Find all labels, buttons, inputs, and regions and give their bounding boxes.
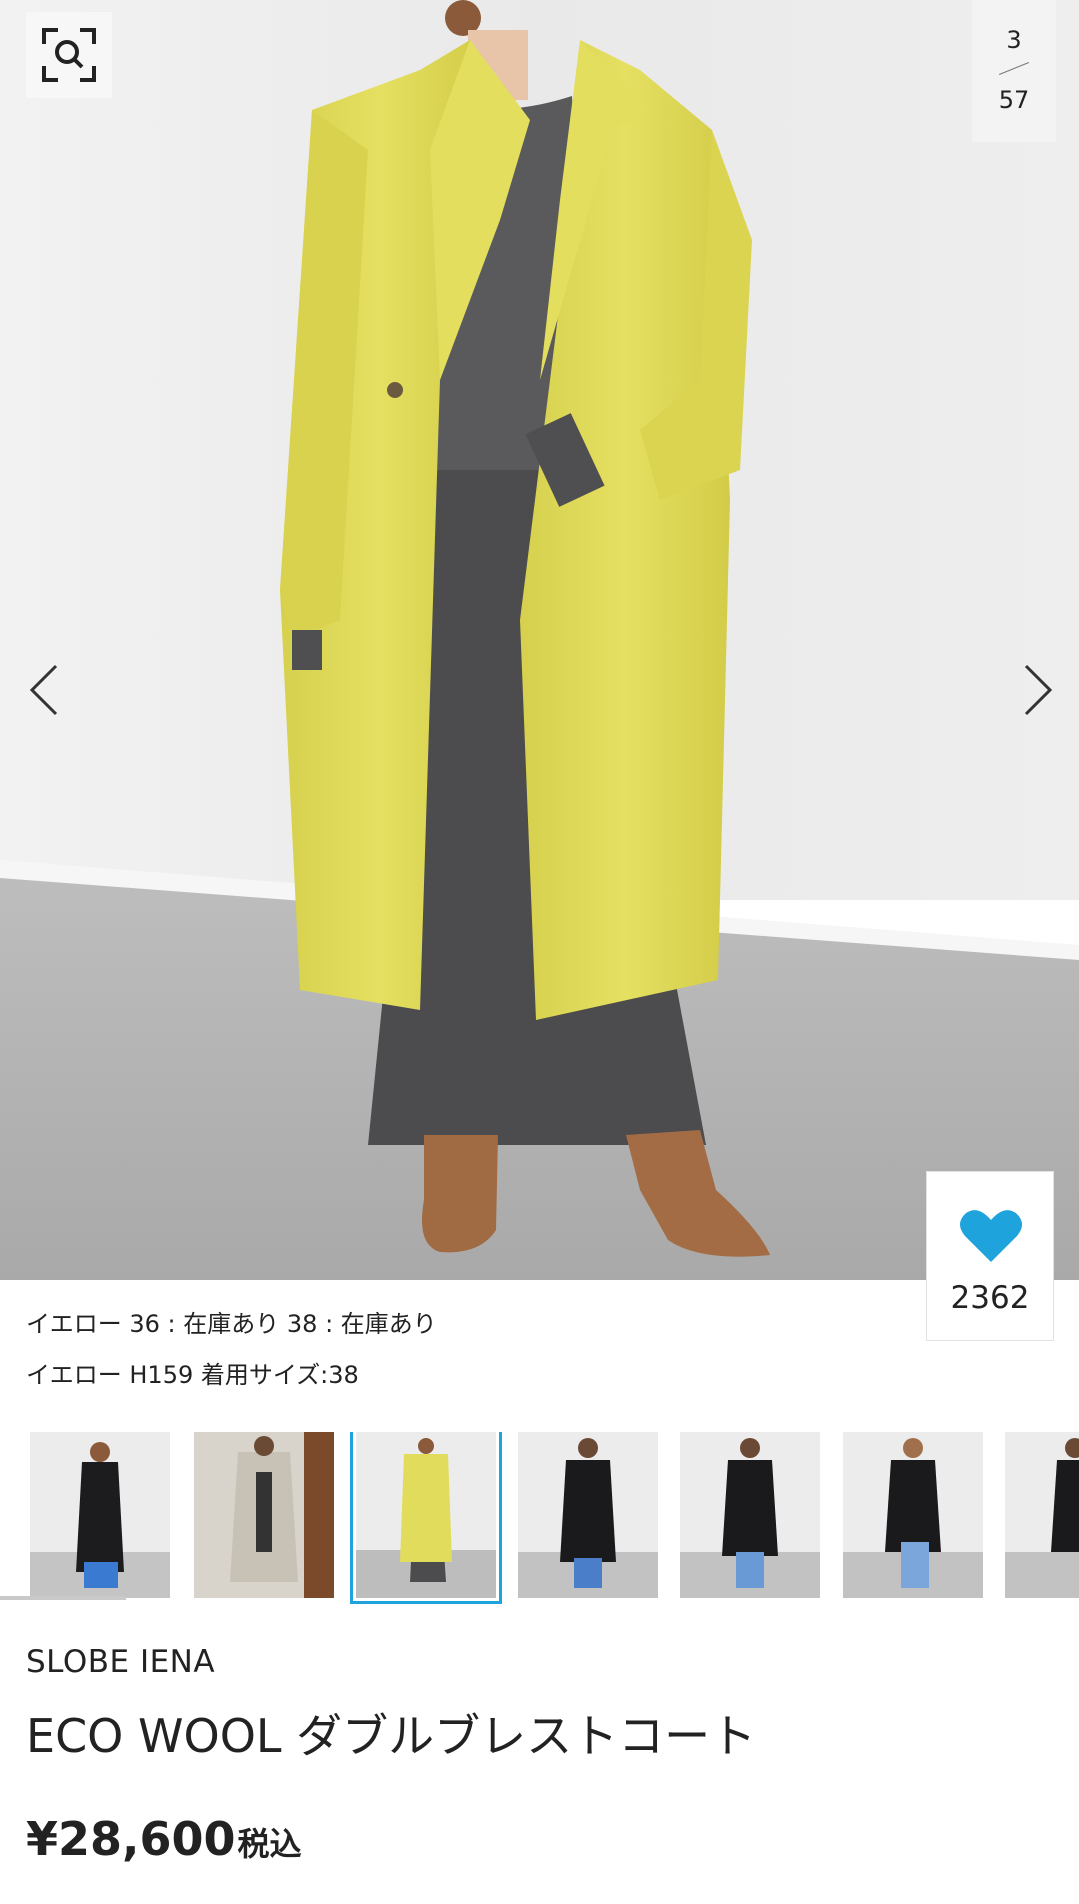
- price-amount: ¥28,600: [26, 1812, 236, 1866]
- thumbnail-3-selected[interactable]: [350, 1432, 502, 1604]
- thumbnail-2[interactable]: [194, 1432, 334, 1598]
- brand-name[interactable]: SLOBE IENA: [26, 1644, 215, 1680]
- next-image-button[interactable]: [1016, 662, 1056, 718]
- thumbnail-7[interactable]: [1005, 1432, 1079, 1598]
- previous-image-button[interactable]: [26, 662, 66, 718]
- thumbnail-6[interactable]: [843, 1432, 983, 1598]
- counter-divider: [998, 62, 1030, 75]
- stock-status-line: イエロー 36 : 在庫あり 38 : 在庫あり: [26, 1310, 437, 1338]
- chevron-left-icon: [29, 664, 58, 716]
- thumbnail-5[interactable]: [680, 1432, 820, 1598]
- image-counter: 3 57: [972, 0, 1056, 142]
- product-price: ¥28,600税込: [26, 1812, 302, 1866]
- thumbnail-4[interactable]: [518, 1432, 658, 1598]
- product-main-image[interactable]: 3 57: [0, 0, 1079, 1280]
- zoom-button[interactable]: [26, 12, 112, 98]
- tax-included-label: 税込: [237, 1825, 302, 1863]
- model-size-line: イエロー H159 着用サイズ:38: [26, 1361, 359, 1389]
- current-image-index: 3: [1006, 26, 1022, 54]
- favorite-button[interactable]: 2362: [926, 1171, 1054, 1341]
- thumbnail-strip[interactable]: [0, 1432, 1079, 1604]
- product-title: ECO WOOL ダブルブレストコート: [26, 1709, 757, 1763]
- chevron-right-icon: [1024, 664, 1053, 716]
- total-image-count: 57: [998, 86, 1030, 114]
- thumbnail-scrollbar[interactable]: [0, 1596, 126, 1600]
- zoom-search-icon: [42, 28, 96, 82]
- favorite-count: 2362: [950, 1280, 1030, 1316]
- thumbnail-1[interactable]: [30, 1432, 170, 1598]
- model-photo: [0, 0, 1079, 1280]
- heart-icon: [960, 1210, 1022, 1262]
